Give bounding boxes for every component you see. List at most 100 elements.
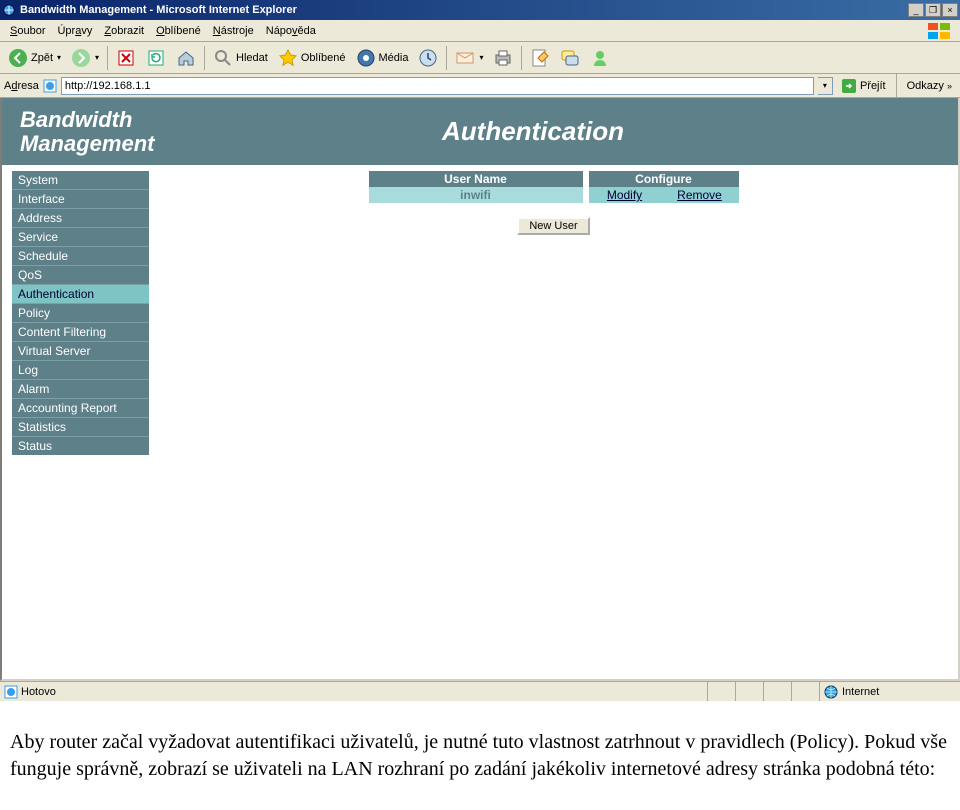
sidebar-item-content-filtering[interactable]: Content Filtering (12, 322, 149, 341)
auth-table-row: inwifi Modify Remove (369, 187, 739, 203)
window-titlebar: Bandwidth Management - Microsoft Interne… (0, 0, 960, 20)
sidebar-item-policy[interactable]: Policy (12, 303, 149, 322)
auth-table: User Name Configure inwifi Modify Remove… (369, 171, 739, 455)
go-label: Přejít (860, 80, 886, 92)
star-icon (278, 48, 298, 68)
col-configure: Configure (589, 171, 739, 187)
print-icon (493, 48, 513, 68)
chevron-right-icon: » (947, 81, 952, 91)
page-icon (43, 79, 57, 93)
back-button[interactable]: Zpět ▾ (4, 46, 65, 70)
home-button[interactable] (172, 46, 200, 70)
sidebar-item-log[interactable]: Log (12, 360, 149, 379)
toolbar-separator (107, 46, 108, 70)
sidebar-item-service[interactable]: Service (12, 227, 149, 246)
discuss-icon (560, 48, 580, 68)
menu-nastroje[interactable]: Nástroje (207, 23, 260, 39)
search-label: Hledat (236, 52, 268, 64)
main-panel: User Name Configure inwifi Modify Remove… (149, 171, 958, 455)
search-button[interactable]: Hledat (209, 46, 272, 70)
address-dropdown[interactable]: ▾ (818, 77, 833, 95)
print-button[interactable] (489, 46, 517, 70)
address-value: http://192.168.1.1 (65, 80, 151, 92)
sidebar-item-accounting-report[interactable]: Accounting Report (12, 398, 149, 417)
mail-button[interactable]: ▾ (451, 46, 487, 70)
favorites-label: Oblíbené (301, 52, 346, 64)
sidebar: System Interface Address Service Schedul… (12, 171, 149, 455)
refresh-button[interactable] (142, 46, 170, 70)
auth-table-header: User Name Configure (369, 171, 739, 187)
menu-napoveda[interactable]: Nápověda (260, 23, 322, 39)
back-label: Zpět (31, 52, 53, 64)
toolbar-separator (521, 46, 522, 70)
window-title: Bandwidth Management - Microsoft Interne… (20, 4, 908, 16)
edit-icon (530, 48, 550, 68)
media-button[interactable]: Média (352, 46, 413, 70)
address-label: Adresa (4, 80, 39, 92)
modify-link[interactable]: Modify (589, 187, 661, 203)
toolbar-separator (446, 46, 447, 70)
mail-icon (455, 48, 475, 68)
sidebar-item-status[interactable]: Status (12, 436, 149, 455)
col-user-name: User Name (369, 171, 583, 187)
cell-user-name: inwifi (369, 187, 583, 203)
page-content: System Interface Address Service Schedul… (2, 165, 958, 455)
page-title: Authentication (402, 116, 958, 147)
status-pane (708, 682, 736, 701)
status-pane (792, 682, 820, 701)
edit-button[interactable] (526, 46, 554, 70)
page-banner: Bandwidth Management Authentication (2, 98, 958, 165)
menu-oblibene[interactable]: Oblíbené (150, 23, 207, 39)
menu-soubor[interactable]: Soubor (4, 23, 51, 39)
sidebar-item-virtual-server[interactable]: Virtual Server (12, 341, 149, 360)
globe-icon (824, 685, 838, 699)
sidebar-item-interface[interactable]: Interface (12, 189, 149, 208)
chevron-down-icon: ▾ (57, 53, 61, 62)
statusbar: Hotovo Internet (0, 681, 960, 701)
sidebar-item-address[interactable]: Address (12, 208, 149, 227)
forward-button[interactable]: ▾ (67, 46, 103, 70)
favorites-button[interactable]: Oblíbené (274, 46, 350, 70)
sidebar-item-qos[interactable]: QoS (12, 265, 149, 284)
media-label: Média (379, 52, 409, 64)
menu-upravy[interactable]: Úpravy (51, 23, 98, 39)
discuss-button[interactable] (556, 46, 584, 70)
page-icon (4, 685, 18, 699)
links-button[interactable]: Odkazy » (903, 80, 956, 92)
browser-viewport: Bandwidth Management Authentication Syst… (0, 98, 960, 681)
status-pane (736, 682, 764, 701)
sidebar-item-authentication[interactable]: Authentication (12, 284, 149, 303)
new-user-row: New User (369, 203, 739, 235)
toolbar: Zpět ▾ ▾ Hledat Oblíbené Média ▾ (0, 42, 960, 74)
home-icon (176, 48, 196, 68)
forward-icon (71, 48, 91, 68)
history-button[interactable] (414, 46, 442, 70)
stop-button[interactable] (112, 46, 140, 70)
maximize-button[interactable]: ❐ (925, 3, 941, 17)
minimize-button[interactable]: _ (908, 3, 924, 17)
menubar: Soubor Úpravy Zobrazit Oblíbené Nástroje… (0, 20, 960, 42)
status-text: Hotovo (21, 686, 56, 698)
go-button[interactable]: Přejít (837, 78, 890, 94)
messenger-button[interactable] (586, 46, 614, 70)
toolbar-separator (204, 46, 205, 70)
sidebar-item-system[interactable]: System (12, 171, 149, 189)
go-icon (841, 78, 857, 94)
ie-icon (2, 3, 16, 17)
windows-logo-icon (926, 21, 956, 41)
sidebar-item-alarm[interactable]: Alarm (12, 379, 149, 398)
new-user-button[interactable]: New User (517, 217, 589, 235)
remove-link[interactable]: Remove (661, 187, 739, 203)
stop-icon (116, 48, 136, 68)
sidebar-item-statistics[interactable]: Statistics (12, 417, 149, 436)
messenger-icon (590, 48, 610, 68)
address-input[interactable]: http://192.168.1.1 (61, 77, 814, 95)
sidebar-item-schedule[interactable]: Schedule (12, 246, 149, 265)
status-zone: Internet (820, 682, 960, 701)
back-icon (8, 48, 28, 68)
history-icon (418, 48, 438, 68)
window-controls: _ ❐ × (908, 3, 958, 17)
menu-zobrazit[interactable]: Zobrazit (98, 23, 150, 39)
close-button[interactable]: × (942, 3, 958, 17)
toolbar-separator (896, 74, 897, 98)
